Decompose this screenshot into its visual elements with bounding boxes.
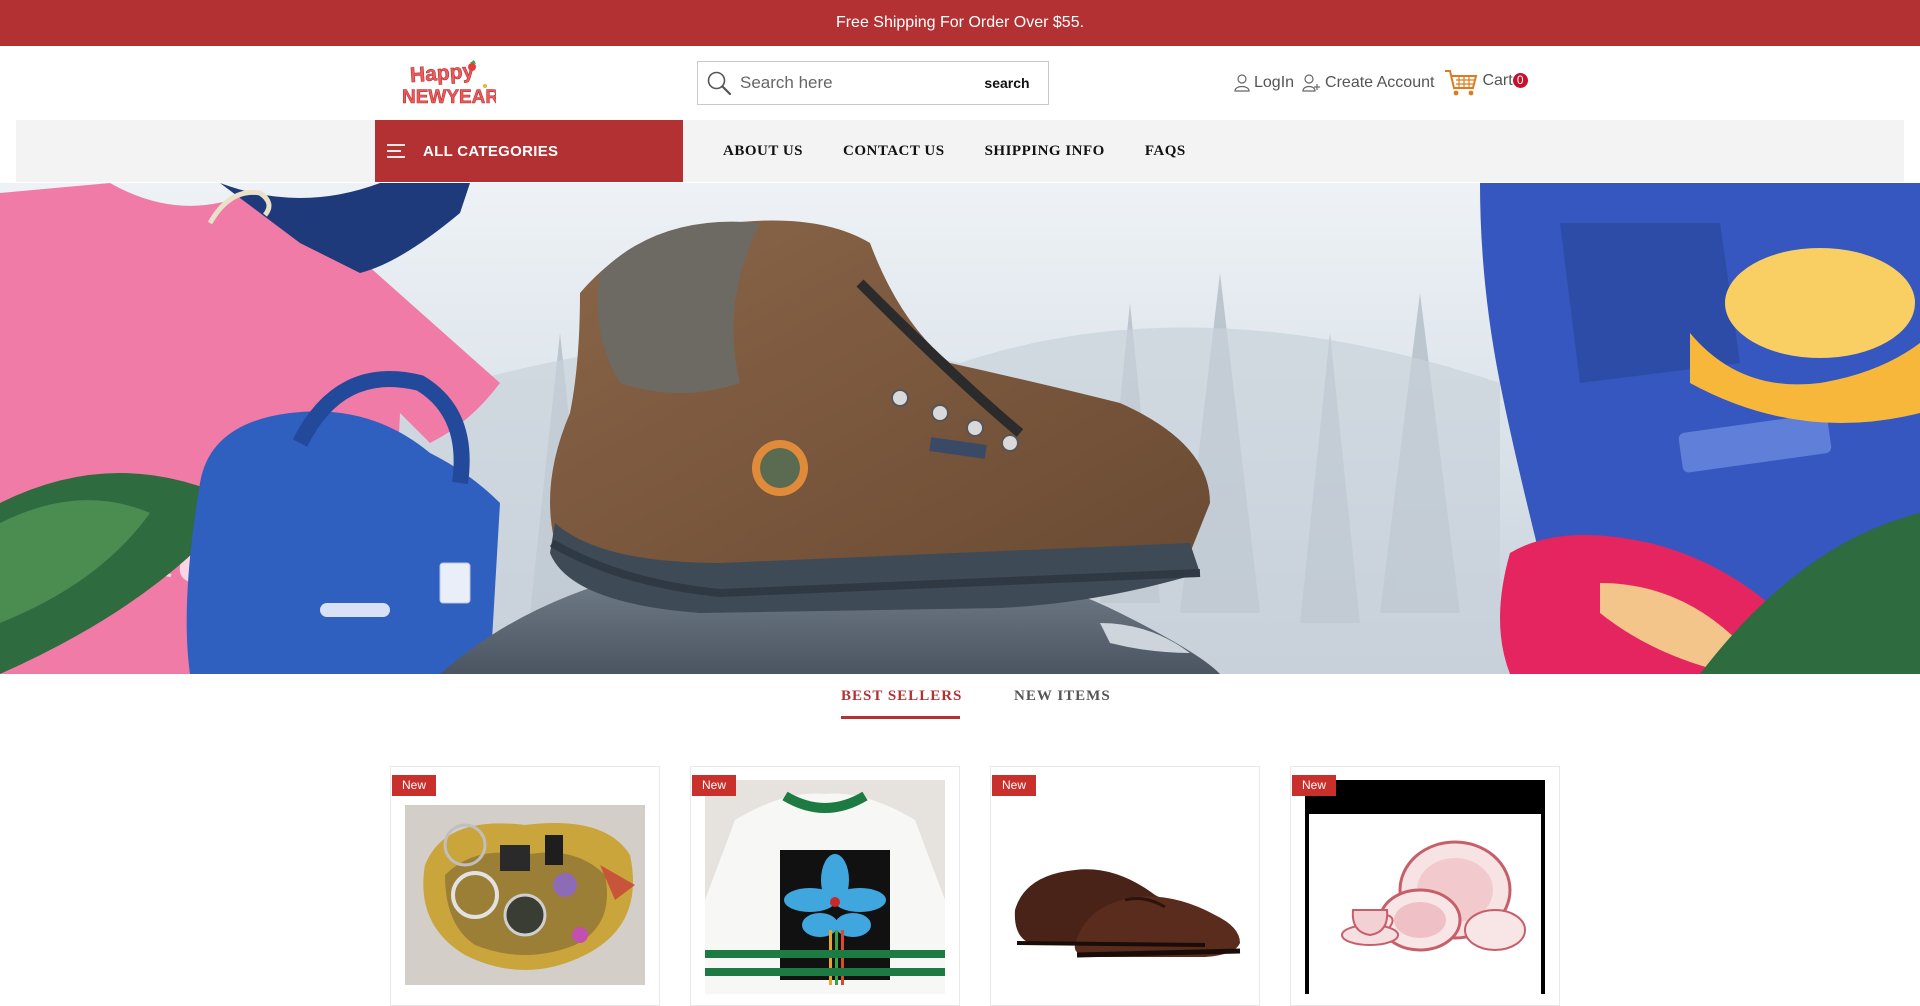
product-card[interactable]: New: [690, 766, 960, 1006]
cart-label: Cart: [1482, 72, 1513, 89]
product-image[interactable]: [1305, 780, 1545, 994]
product-card[interactable]: New: [390, 766, 660, 1006]
search-icon[interactable]: [698, 62, 740, 104]
menu-icon: [381, 142, 411, 160]
new-badge: New: [692, 775, 737, 796]
hero-banner[interactable]: hello: [0, 183, 1920, 674]
all-categories-button[interactable]: ALL CATEGORIES: [375, 120, 683, 182]
product-card[interactable]: New: [1290, 766, 1560, 1006]
login-link[interactable]: LogIn: [1234, 74, 1294, 92]
new-badge: New: [992, 775, 1037, 796]
tab-new-items[interactable]: NEW ITEMS: [1014, 688, 1111, 705]
nav-shipping-info[interactable]: SHIPPING INFO: [985, 143, 1105, 160]
search-input[interactable]: [740, 63, 970, 103]
create-account-link[interactable]: Create Account: [1302, 74, 1434, 92]
active-tab-indicator: [841, 716, 960, 719]
tab-best-sellers[interactable]: BEST SELLERS: [841, 688, 962, 705]
add-user-icon: [1302, 74, 1321, 92]
account-links: LogIn Create Account Cart 0: [1234, 66, 1528, 100]
product-image[interactable]: [705, 780, 945, 994]
site-logo[interactable]: Happy NEWYEAR: [400, 58, 500, 108]
svg-text:NEWYEAR: NEWYEAR: [402, 87, 496, 108]
create-account-label: Create Account: [1325, 74, 1435, 91]
flower-sweater-image: [705, 780, 945, 994]
product-image[interactable]: [405, 805, 645, 985]
product-grid: New New New New: [0, 766, 1920, 1006]
login-label: LogIn: [1254, 74, 1295, 91]
nav-about-us[interactable]: ABOUT US: [723, 143, 803, 160]
cart-icon: [1445, 70, 1478, 96]
product-image[interactable]: [1005, 805, 1245, 985]
china-dinnerware-image: [1305, 780, 1545, 994]
cart-count-badge: 0: [1512, 72, 1528, 88]
search-button[interactable]: search: [966, 62, 1048, 104]
svg-text:Happy: Happy: [409, 60, 475, 87]
nav-contact-us[interactable]: CONTACT US: [843, 143, 945, 160]
site-header: Happy NEWYEAR search LogIn: [0, 46, 1920, 120]
promo-text: Free Shipping For Order Over $55.: [835, 14, 1085, 31]
happy-new-year-logo-icon: Happy NEWYEAR: [402, 59, 500, 108]
nav-faqs[interactable]: FAQS: [1145, 143, 1186, 160]
product-card[interactable]: New: [990, 766, 1260, 1006]
jewelry-lot-image: [405, 805, 645, 985]
cart-link[interactable]: Cart 0: [1444, 68, 1528, 98]
all-categories-label: ALL CATEGORIES: [423, 142, 559, 160]
search-bar: search: [697, 61, 1049, 105]
new-badge: New: [392, 775, 437, 796]
nav-links: ABOUT US CONTACT US SHIPPING INFO FAQS: [723, 120, 1226, 182]
new-badge: New: [1292, 775, 1337, 796]
promo-bar: Free Shipping For Order Over $55.: [0, 0, 1920, 46]
user-icon: [1234, 74, 1250, 92]
main-nav: ALL CATEGORIES ABOUT US CONTACT US SHIPP…: [16, 120, 1904, 182]
product-tabs: BEST SELLERS NEW ITEMS: [0, 674, 1920, 734]
oxford-shoes-image: [1005, 805, 1245, 985]
hero-illustration: hello: [0, 183, 1920, 674]
